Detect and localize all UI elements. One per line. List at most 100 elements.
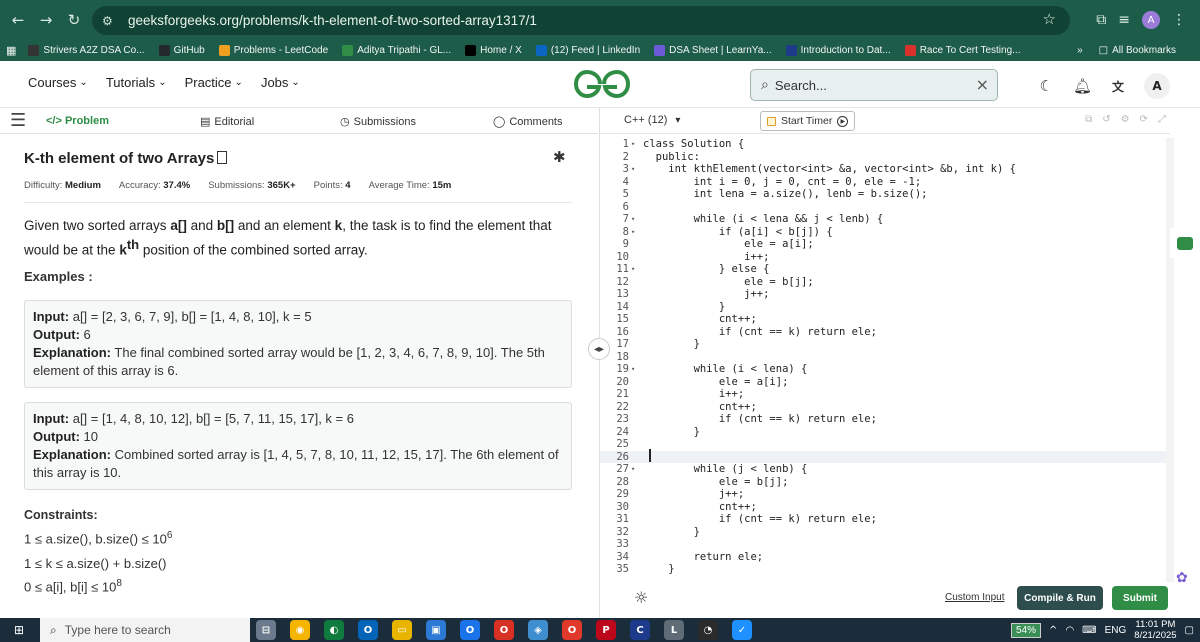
code-line[interactable]: 8 ▾ if (a[i] < b[j]) { <box>600 226 1170 239</box>
start-timer-button[interactable]: Start Timer ▶ <box>760 111 856 131</box>
editor-scrollbar[interactable] <box>1166 138 1174 582</box>
chat-widget-icon[interactable] <box>1170 228 1200 258</box>
code-line[interactable]: 34 return ele; <box>600 551 1170 564</box>
code-line[interactable]: 13 j++; <box>600 288 1170 301</box>
fold-arrow-icon[interactable]: ▾ <box>631 463 639 476</box>
fold-arrow-icon[interactable]: ▾ <box>631 263 639 276</box>
compile-run-button[interactable]: Compile & Run <box>1017 586 1103 610</box>
code-line[interactable]: 32 } <box>600 526 1170 539</box>
code-line[interactable]: 10 i++; <box>600 251 1170 264</box>
code-line[interactable]: 23 if (cnt == k) return ele; <box>600 413 1170 426</box>
forward-icon[interactable]: → <box>34 8 58 32</box>
code-line[interactable]: 35 } <box>600 563 1170 576</box>
language-select[interactable]: C++ (12) ▾ <box>624 114 680 126</box>
submit-button[interactable]: Submit <box>1112 586 1168 610</box>
menu-icon[interactable]: ⋮ <box>1172 12 1186 28</box>
more-bookmarks-button[interactable]: » <box>1077 45 1083 56</box>
code-line[interactable]: 17 } <box>600 338 1170 351</box>
code-line[interactable]: 9 ele = a[i]; <box>600 238 1170 251</box>
site-info-icon[interactable]: ⚙ <box>102 14 120 28</box>
user-avatar[interactable]: A <box>1144 73 1170 99</box>
tray-chevron-icon[interactable]: ^ <box>1049 625 1057 636</box>
bell-icon[interactable]: 🔔︎ <box>1073 77 1092 95</box>
reset-icon[interactable]: ↺ <box>1102 114 1110 125</box>
bookmark-item[interactable]: DSA Sheet | LearnYa... <box>654 45 772 56</box>
windows-start-icon[interactable]: ⊞ <box>0 618 38 642</box>
address-bar[interactable]: ⚙ geeksforgeeks.org/problems/k-th-elemen… <box>92 6 1070 35</box>
app-icon[interactable]: ◔ <box>698 620 718 640</box>
bookmark-item[interactable]: GitHub <box>158 45 205 56</box>
code-line[interactable]: 24 } <box>600 426 1170 439</box>
gfg-logo[interactable] <box>574 67 630 101</box>
edge-icon[interactable]: ◐ <box>324 620 344 640</box>
reading-list-icon[interactable]: ≡ <box>1118 12 1130 28</box>
bookmark-item[interactable]: Aditya Tripathi - GL... <box>342 45 451 56</box>
code-line[interactable]: 30 cnt++; <box>600 501 1170 514</box>
close-icon[interactable]: × <box>976 75 989 94</box>
code-line[interactable]: 16 if (cnt == k) return ele; <box>600 326 1170 339</box>
code-line[interactable]: 15 cnt++; <box>600 313 1170 326</box>
bookmark-item[interactable]: Introduction to Dat... <box>785 45 891 56</box>
wifi-icon[interactable]: ◠ <box>1065 625 1074 636</box>
extensions-icon[interactable]: ⧉ <box>1096 12 1106 28</box>
tab-submissions[interactable]: ◷ Submissions <box>340 115 416 128</box>
bookmark-item[interactable]: Home / X <box>465 45 522 56</box>
taskbar-search-input[interactable]: ⌕ Type here to search <box>40 618 250 642</box>
bookmark-item[interactable]: Race To Cert Testing... <box>904 45 1020 56</box>
app-icon[interactable]: ✓ <box>732 620 752 640</box>
theme-toggle-icon[interactable]: ☼ <box>634 588 648 607</box>
battery-indicator[interactable]: 54% <box>1011 622 1042 638</box>
code-line[interactable]: 14 } <box>600 301 1170 314</box>
bookmark-item[interactable]: Problems - LeetCode <box>218 45 328 56</box>
fold-arrow-icon[interactable]: ▾ <box>631 213 639 226</box>
tab-comments[interactable]: ◯ Comments <box>493 115 563 128</box>
tab-editorial[interactable]: ▤ Editorial <box>200 115 254 128</box>
fold-arrow-icon[interactable]: ▾ <box>631 163 639 176</box>
pinterest-icon[interactable]: P <box>596 620 616 640</box>
outlook-icon[interactable]: O <box>358 620 378 640</box>
refresh-icon[interactable]: ⟳ <box>1140 114 1148 125</box>
nav-practice[interactable]: Practice ⌄ <box>185 75 243 90</box>
code-line[interactable]: 33 <box>600 538 1170 551</box>
translate-icon[interactable]: 文 <box>1112 78 1124 95</box>
back-icon[interactable]: ← <box>6 8 30 32</box>
code-line[interactable]: 21 i++; <box>600 388 1170 401</box>
nav-tutorials[interactable]: Tutorials ⌄ <box>106 75 167 90</box>
app-icon[interactable]: ◈ <box>528 620 548 640</box>
tab-problem[interactable]: </> Problem <box>46 115 109 127</box>
app-icon[interactable]: O <box>460 620 480 640</box>
hamburger-menu-icon[interactable]: ☰ <box>10 110 26 131</box>
copy-icon[interactable]: ⧉ <box>1085 114 1092 125</box>
code-line[interactable]: 19 ▾ while (i < lena) { <box>600 363 1170 376</box>
code-line[interactable]: 3 ▾ int kthElement(vector<int> &a, vector… <box>600 163 1170 176</box>
opera-gx-icon[interactable]: O <box>562 620 582 640</box>
bookmark-item[interactable]: (12) Feed | LinkedIn <box>535 45 640 56</box>
system-clock[interactable]: 11:01 PM 8/21/2025 <box>1134 619 1176 641</box>
all-bookmarks-button[interactable]: □ All Bookmarks <box>1099 45 1176 56</box>
reload-icon[interactable]: ↻ <box>62 8 86 32</box>
file-explorer-icon[interactable]: ▭ <box>392 620 412 640</box>
code-line[interactable]: 18 <box>600 351 1170 364</box>
code-line[interactable]: 4 int i = 0, j = 0, cnt = 0, ele = -1; <box>600 176 1170 189</box>
code-line[interactable]: 12 ele = b[j]; <box>600 276 1170 289</box>
code-line[interactable]: 29 j++; <box>600 488 1170 501</box>
code-line[interactable]: 1 ▾ class Solution { <box>600 138 1170 151</box>
code-line[interactable]: 22 cnt++; <box>600 401 1170 414</box>
settings-icon[interactable]: ⚙ <box>1121 114 1130 125</box>
nav-jobs[interactable]: Jobs ⌄ <box>261 75 300 90</box>
code-line[interactable]: 26 <box>600 450 1170 463</box>
code-line[interactable]: 28 ele = b[j]; <box>600 476 1170 489</box>
task-view-icon[interactable]: ⊟ <box>256 620 276 640</box>
app-icon[interactable]: L <box>664 620 684 640</box>
fold-arrow-icon[interactable]: ▾ <box>631 363 639 376</box>
profile-avatar[interactable]: A <box>1142 11 1160 29</box>
opera-icon[interactable]: O <box>494 620 514 640</box>
custom-input-link[interactable]: Custom Input <box>945 592 1004 603</box>
code-line[interactable]: 31 if (cnt == k) return ele; <box>600 513 1170 526</box>
chrome-icon[interactable]: ◉ <box>290 620 310 640</box>
nav-courses[interactable]: Courses ⌄ <box>28 75 88 90</box>
code-editor[interactable]: 1 ▾ class Solution {2 public: 3 ▾ int kthEle… <box>600 138 1170 582</box>
bookmark-item[interactable]: Strivers A2Z DSA Co... <box>28 45 145 56</box>
store-icon[interactable]: ▣ <box>426 620 446 640</box>
bookmark-icon[interactable] <box>217 151 228 164</box>
